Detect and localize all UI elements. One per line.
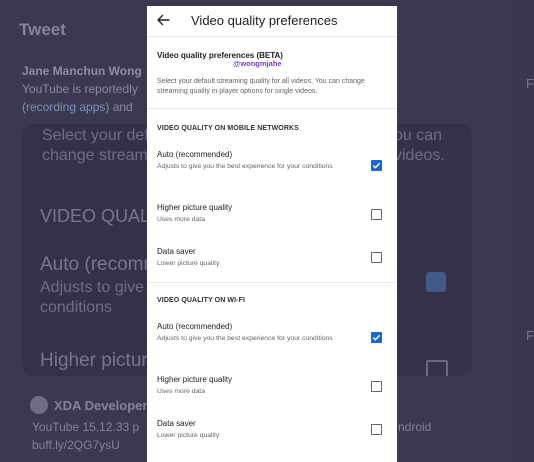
option-wifi-higher[interactable]: Higher picture quality Uses more data [147, 375, 397, 411]
video-quality-dialog: Video quality preferences Video quality … [147, 6, 397, 462]
app-bar: Video quality preferences [147, 6, 397, 37]
arrow-left-icon[interactable] [155, 12, 171, 28]
card-option-label: Auto (recomm [40, 254, 160, 275]
right-panel [515, 0, 534, 462]
checkbox-empty-icon[interactable] [371, 209, 382, 220]
divider [147, 108, 397, 109]
option-mobile-higher[interactable]: Higher picture quality Uses more data [147, 203, 397, 239]
preferences-description: Select your default streaming quality fo… [157, 78, 365, 95]
option-label: Higher picture quality [157, 203, 233, 212]
watermark: @wongmjahe [233, 59, 282, 68]
option-description: Lower picture quality [157, 260, 220, 267]
quoted-author: XDA Developer [54, 398, 148, 413]
option-label: Auto (recommended) [157, 150, 233, 159]
card-description-text-right: ou can videos. [394, 127, 445, 164]
option-label: Higher picture quality [157, 375, 233, 384]
section-heading-mobile: VIDEO QUALITY ON MOBILE NETWORKS [157, 125, 299, 132]
checkbox-checked-icon[interactable] [371, 160, 382, 171]
option-description: Adjusts to give you the best experience … [157, 335, 333, 342]
option-description: Uses more data [157, 388, 205, 395]
divider [147, 282, 397, 283]
tweet-text-fragment: and [109, 100, 133, 114]
option-mobile-auto[interactable]: Auto (recommended) Adjusts to give you t… [147, 150, 397, 186]
option-label: Data saver [157, 419, 196, 428]
option-wifi-data-saver[interactable]: Data saver Lower picture quality [147, 419, 397, 455]
checkbox-checked-icon[interactable] [371, 332, 382, 343]
option-description: Lower picture quality [157, 432, 220, 439]
card-checkbox-empty-icon [426, 360, 448, 376]
option-description: Adjusts to give you the best experience … [157, 163, 333, 170]
card-option-label: Higher pictur [40, 350, 148, 371]
tweet-title: Tweet [19, 20, 66, 39]
xda-avatar [30, 396, 48, 414]
section-heading-wifi: VIDEO QUALITY ON WI-FI [157, 297, 246, 304]
quoted-link: buff.ly/2QG7ysU [32, 438, 120, 452]
option-wifi-auto[interactable]: Auto (recommended) Adjusts to give you t… [147, 322, 397, 358]
card-checkbox-checked-icon [426, 272, 446, 292]
card-description-text: Select your def change stream [42, 127, 149, 164]
checkbox-empty-icon[interactable] [371, 252, 382, 263]
tweet-link: (recording apps) [22, 100, 110, 114]
tweet-text-line: YouTube is reportedly [22, 82, 138, 96]
option-label: Data saver [157, 247, 196, 256]
option-mobile-data-saver[interactable]: Data saver Lower picture quality [147, 247, 397, 283]
right-panel-letter: F [526, 328, 534, 343]
page-title: Video quality preferences [191, 13, 338, 28]
quoted-text: YouTube 15.12.33 p [32, 420, 140, 434]
checkbox-empty-icon[interactable] [371, 424, 382, 435]
tweet-text-line: (recording apps) and [22, 100, 133, 114]
tweet-author: Jane Manchun Wong [22, 64, 142, 78]
right-panel-letter: F [526, 76, 534, 91]
option-label: Auto (recommended) [157, 322, 233, 331]
option-description: Uses more data [157, 216, 205, 223]
quoted-text-right: ndroid [398, 420, 432, 434]
card-option-sub: Adjusts to give conditions [40, 279, 145, 316]
checkbox-empty-icon[interactable] [371, 381, 382, 392]
